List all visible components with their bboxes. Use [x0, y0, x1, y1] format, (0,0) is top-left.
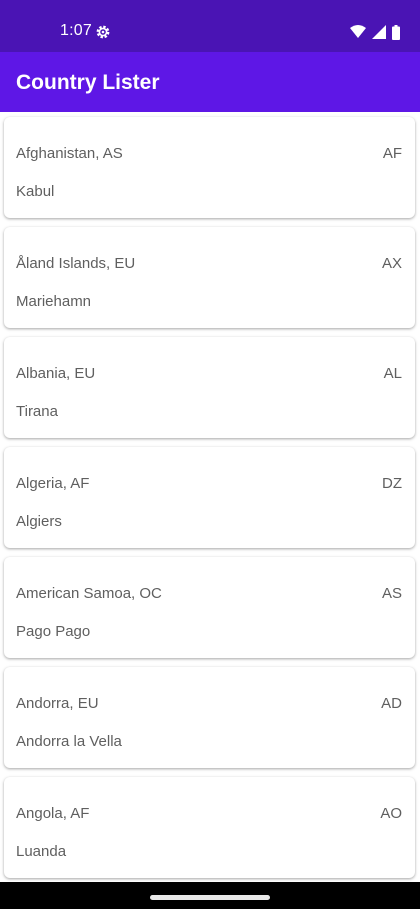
country-name: Albania, EU: [16, 365, 96, 382]
country-code: AF: [382, 145, 402, 162]
status-time: 1:07: [60, 22, 92, 39]
country-code: AX: [381, 255, 402, 272]
country-capital: Algiers: [16, 513, 62, 530]
country-code: AS: [381, 585, 402, 602]
country-capital: Luanda: [16, 843, 67, 860]
app-bar: Country Lister: [0, 52, 420, 112]
wifi-icon: [350, 25, 366, 38]
country-code: AO: [380, 805, 402, 822]
country-list[interactable]: Afghanistan, AS AF Kabul Åland Islands, …: [0, 112, 420, 882]
home-gesture-handle[interactable]: [150, 895, 270, 900]
country-name: Andorra, EU: [16, 695, 99, 712]
country-capital: Andorra la Vella: [16, 733, 122, 750]
country-card[interactable]: Andorra, EU AD Andorra la Vella: [4, 667, 415, 768]
status-bar: 1:07: [0, 0, 420, 52]
country-capital: Mariehamn: [16, 293, 92, 310]
country-code: AL: [383, 365, 402, 382]
country-name: Algeria, AF: [16, 475, 90, 492]
country-card[interactable]: Algeria, AF DZ Algiers: [4, 447, 415, 548]
cellular-signal-icon: [372, 25, 386, 39]
country-card[interactable]: Afghanistan, AS AF Kabul: [4, 117, 415, 218]
battery-icon: [392, 24, 400, 40]
country-code: DZ: [382, 475, 402, 492]
gear-icon: [96, 25, 110, 39]
status-icons: [350, 24, 400, 40]
navigation-bar: [0, 882, 420, 909]
country-card[interactable]: American Samoa, OC AS Pago Pago: [4, 557, 415, 658]
country-name: Åland Islands, EU: [16, 255, 136, 272]
country-name: Angola, AF: [16, 805, 90, 822]
country-card[interactable]: Angola, AF AO Luanda: [4, 777, 415, 878]
app-title: Country Lister: [16, 71, 160, 94]
country-capital: Kabul: [16, 183, 55, 200]
country-capital: Pago Pago: [16, 623, 91, 640]
country-card[interactable]: Åland Islands, EU AX Mariehamn: [4, 227, 415, 328]
country-name: Afghanistan, AS: [16, 145, 123, 162]
country-code: AD: [381, 695, 402, 712]
country-card[interactable]: Albania, EU AL Tirana: [4, 337, 415, 438]
country-name: American Samoa, OC: [16, 585, 162, 602]
country-capital: Tirana: [16, 403, 58, 420]
